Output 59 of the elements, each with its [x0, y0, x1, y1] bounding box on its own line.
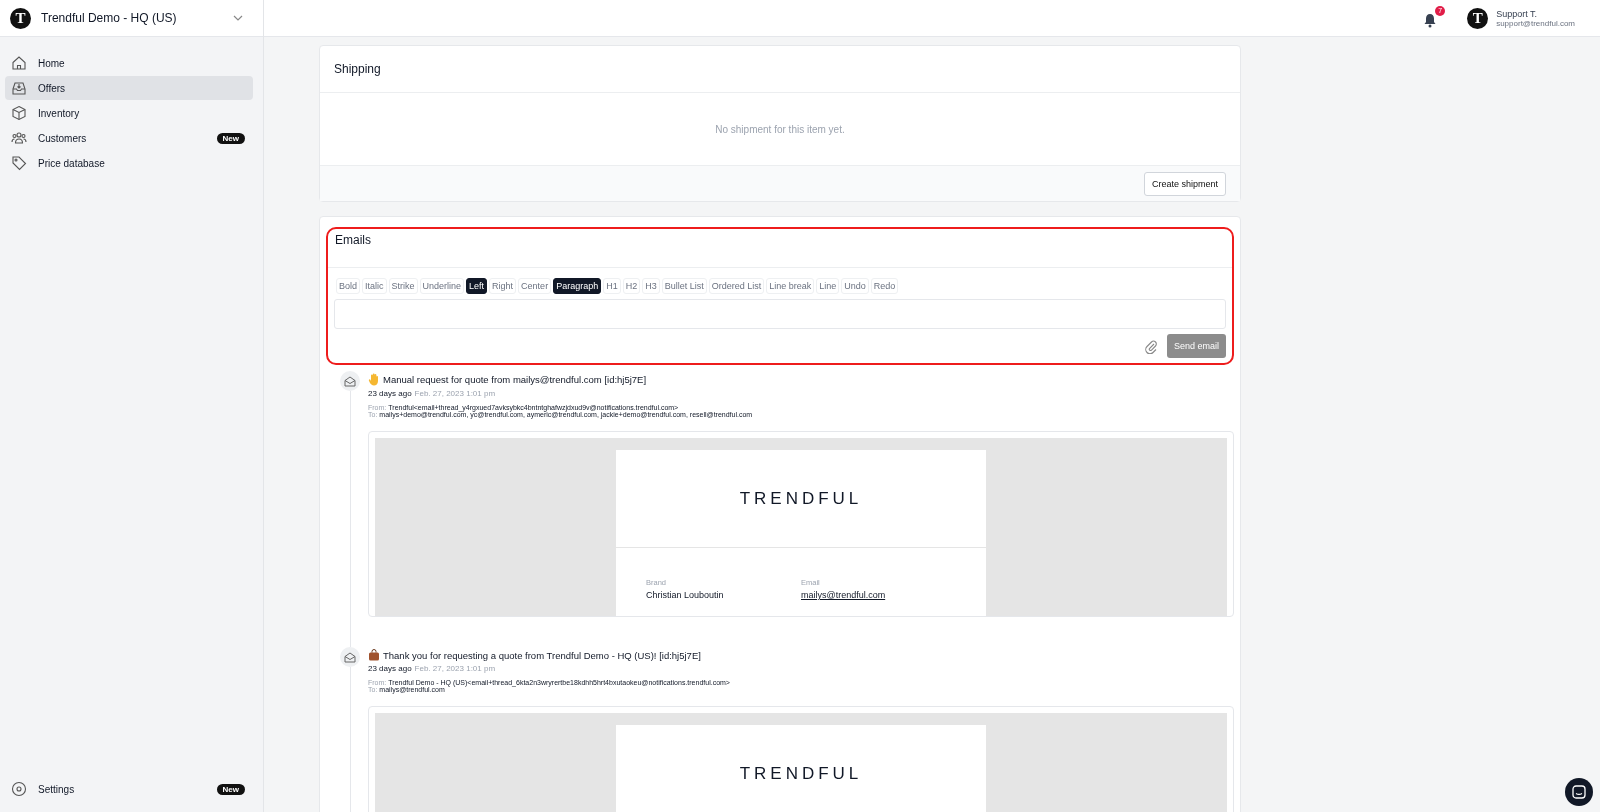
toolbar-button[interactable]: Redo — [870, 278, 899, 294]
toolbar-button[interactable]: Underline — [419, 278, 465, 294]
toolbar-button[interactable]: H2 — [622, 278, 641, 294]
user-email: support@trendful.com — [1496, 18, 1575, 28]
toolbar-button[interactable]: Left — [466, 278, 488, 294]
settings-icon — [11, 781, 27, 797]
bell-icon — [1423, 12, 1438, 28]
brand-logo-text: TRENDFUL — [739, 488, 863, 509]
email-date: Feb. 27, 2023 1:01 pm — [414, 664, 496, 673]
toolbar-button[interactable]: Bold — [336, 278, 360, 294]
inbox-icon — [11, 80, 27, 96]
sidebar-item[interactable]: Customers New — [5, 126, 253, 150]
tag-icon — [11, 155, 27, 171]
hand-icon — [368, 373, 380, 386]
toolbar-button[interactable]: Paragraph — [553, 278, 602, 294]
workspace-logo: T — [10, 7, 31, 29]
toolbar-button[interactable]: Right — [489, 278, 517, 294]
toolbar-button[interactable]: H1 — [603, 278, 621, 294]
toolbar-button[interactable]: Undo — [841, 278, 869, 294]
chat-icon — [1572, 785, 1586, 799]
sidebar-item[interactable]: Offers — [5, 76, 253, 100]
chevron-down-icon — [233, 15, 243, 21]
toolbar-button[interactable]: Line break — [766, 278, 815, 294]
toolbar-button[interactable]: Line — [816, 278, 840, 294]
new-badge: New — [216, 132, 245, 144]
toolbar-button[interactable]: Ordered List — [708, 278, 765, 294]
toolbar-button[interactable]: Strike — [388, 278, 418, 294]
workspace-switcher[interactable]: T Trendful Demo - HQ (US) — [0, 0, 263, 37]
email-subject[interactable]: Thank you for requesting a quote from Trendful Demo - HQ (US)! [id:hj5j7E] — [383, 649, 701, 661]
relative-time: 23 days ago — [368, 664, 412, 673]
email-subject[interactable]: Manual request for quote from mailys@trendful.com [id:hj5j7E] — [383, 374, 647, 385]
chat-button[interactable] — [1565, 778, 1593, 806]
card-title: Emails — [335, 233, 371, 247]
paperclip-icon[interactable] — [1144, 338, 1157, 354]
home-icon — [11, 55, 27, 71]
create-shipment-button[interactable]: Create shipment — [1143, 171, 1226, 196]
email-date: Feb. 27, 2023 1:01 pm — [414, 389, 496, 398]
toolbar-button[interactable]: H3 — [642, 278, 660, 294]
empty-message: No shipment for this item yet. — [715, 123, 845, 135]
toolbar-button[interactable]: Bullet List — [661, 278, 707, 294]
toolbar-button[interactable]: Center — [518, 278, 552, 294]
card-title: Shipping — [334, 62, 381, 76]
people-icon — [11, 130, 27, 146]
field-value: Christian Louboutin — [646, 590, 725, 600]
box-icon — [11, 105, 27, 121]
new-badge: New — [216, 783, 245, 795]
email-editor-field[interactable] — [334, 299, 1226, 329]
workspace-name: Trendful Demo - HQ (US) — [41, 11, 178, 25]
brand-logo-text: TRENDFUL — [739, 763, 863, 784]
sidebar-item[interactable]: Inventory — [5, 101, 253, 125]
bag-icon — [368, 649, 380, 661]
user-avatar[interactable]: T — [1467, 7, 1489, 29]
email-link[interactable]: mailys@trendful.com — [801, 590, 956, 600]
settings-item[interactable]: Settings New — [5, 777, 253, 801]
user-name: Support T. — [1496, 8, 1538, 19]
relative-time: 23 days ago — [368, 389, 412, 398]
toolbar-button[interactable]: Italic — [362, 278, 387, 294]
sidebar-item[interactable]: Home — [5, 51, 253, 75]
sidebar-item[interactable]: Price database — [5, 151, 253, 175]
